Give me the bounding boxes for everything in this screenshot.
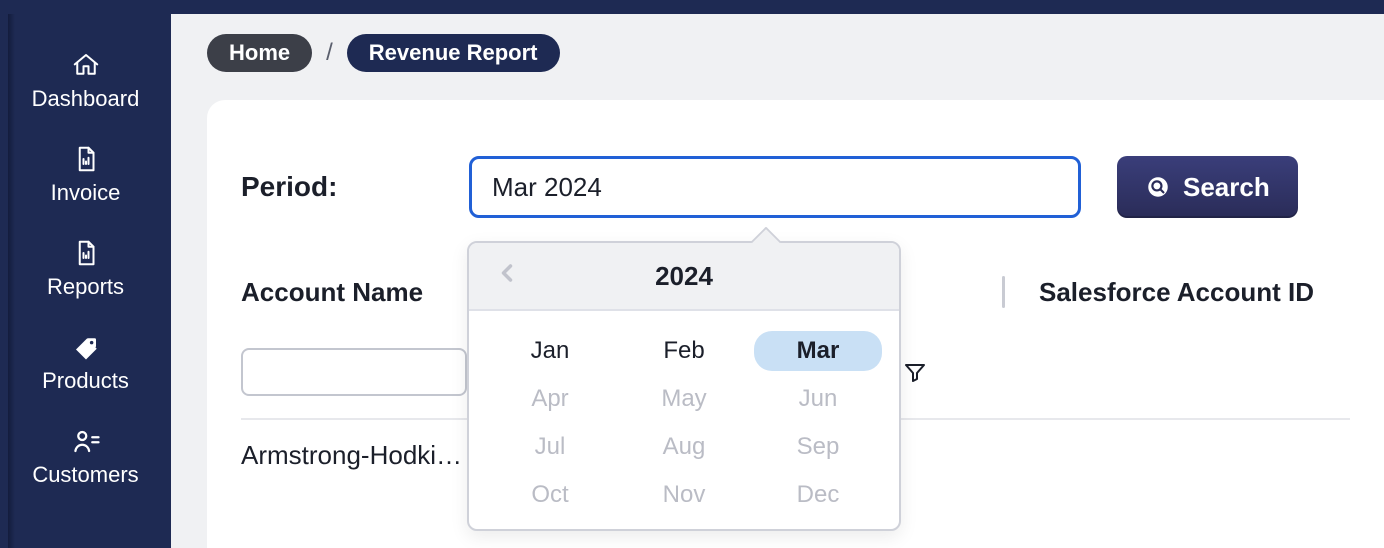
breadcrumb-current[interactable]: Revenue Report (347, 34, 560, 72)
month-nov: Nov (617, 475, 751, 515)
column-salesforce-id[interactable]: Salesforce Account ID (1005, 277, 1350, 308)
sidebar: Dashboard Invoice Reports Products Custo… (0, 0, 171, 548)
sidebar-item-invoice[interactable]: Invoice (0, 130, 171, 224)
invoice-icon (70, 144, 102, 174)
sidebar-item-customers[interactable]: Customers (0, 412, 171, 506)
customers-icon (70, 426, 102, 456)
search-button-label: Search (1183, 172, 1270, 203)
month-mar[interactable]: Mar (754, 331, 882, 371)
month-jun: Jun (751, 379, 885, 419)
search-button[interactable]: Search (1117, 156, 1298, 218)
month-jul: Jul (483, 427, 617, 467)
sidebar-item-label: Customers (32, 462, 138, 488)
month-jan[interactable]: Jan (483, 331, 617, 371)
home-icon (70, 50, 102, 80)
month-grid: Jan Feb Mar Apr May Jun Jul Aug Sep Oct … (469, 311, 899, 529)
sidebar-item-label: Products (42, 368, 129, 394)
sidebar-item-label: Dashboard (32, 86, 140, 112)
search-icon (1145, 174, 1171, 200)
products-icon (70, 332, 102, 362)
month-oct: Oct (483, 475, 617, 515)
period-label: Period: (241, 171, 469, 203)
month-apr: Apr (483, 379, 617, 419)
month-picker-year[interactable]: 2024 (655, 261, 713, 292)
month-picker-header: 2024 (469, 243, 899, 311)
month-may: May (617, 379, 751, 419)
sidebar-item-products[interactable]: Products (0, 318, 171, 412)
sidebar-item-reports[interactable]: Reports (0, 224, 171, 318)
sidebar-item-dashboard[interactable]: Dashboard (0, 36, 171, 130)
month-aug: Aug (617, 427, 751, 467)
top-bar (0, 0, 1384, 14)
month-picker: 2024 Jan Feb Mar Apr May Jun Jul Aug Sep… (467, 241, 901, 531)
sidebar-item-label: Invoice (51, 180, 121, 206)
month-sep: Sep (751, 427, 885, 467)
month-picker-prev[interactable] (489, 258, 525, 294)
breadcrumb-separator: / (326, 39, 333, 67)
month-dec: Dec (751, 475, 885, 515)
filter-account-name-input[interactable] (241, 348, 467, 396)
breadcrumb: Home / Revenue Report (207, 34, 1384, 72)
chevron-left-icon (493, 259, 521, 294)
breadcrumb-home[interactable]: Home (207, 34, 312, 72)
period-input[interactable] (469, 156, 1081, 218)
sidebar-item-label: Reports (47, 274, 124, 300)
month-feb[interactable]: Feb (617, 331, 751, 371)
reports-icon (70, 238, 102, 268)
filter-icon[interactable] (903, 360, 927, 384)
